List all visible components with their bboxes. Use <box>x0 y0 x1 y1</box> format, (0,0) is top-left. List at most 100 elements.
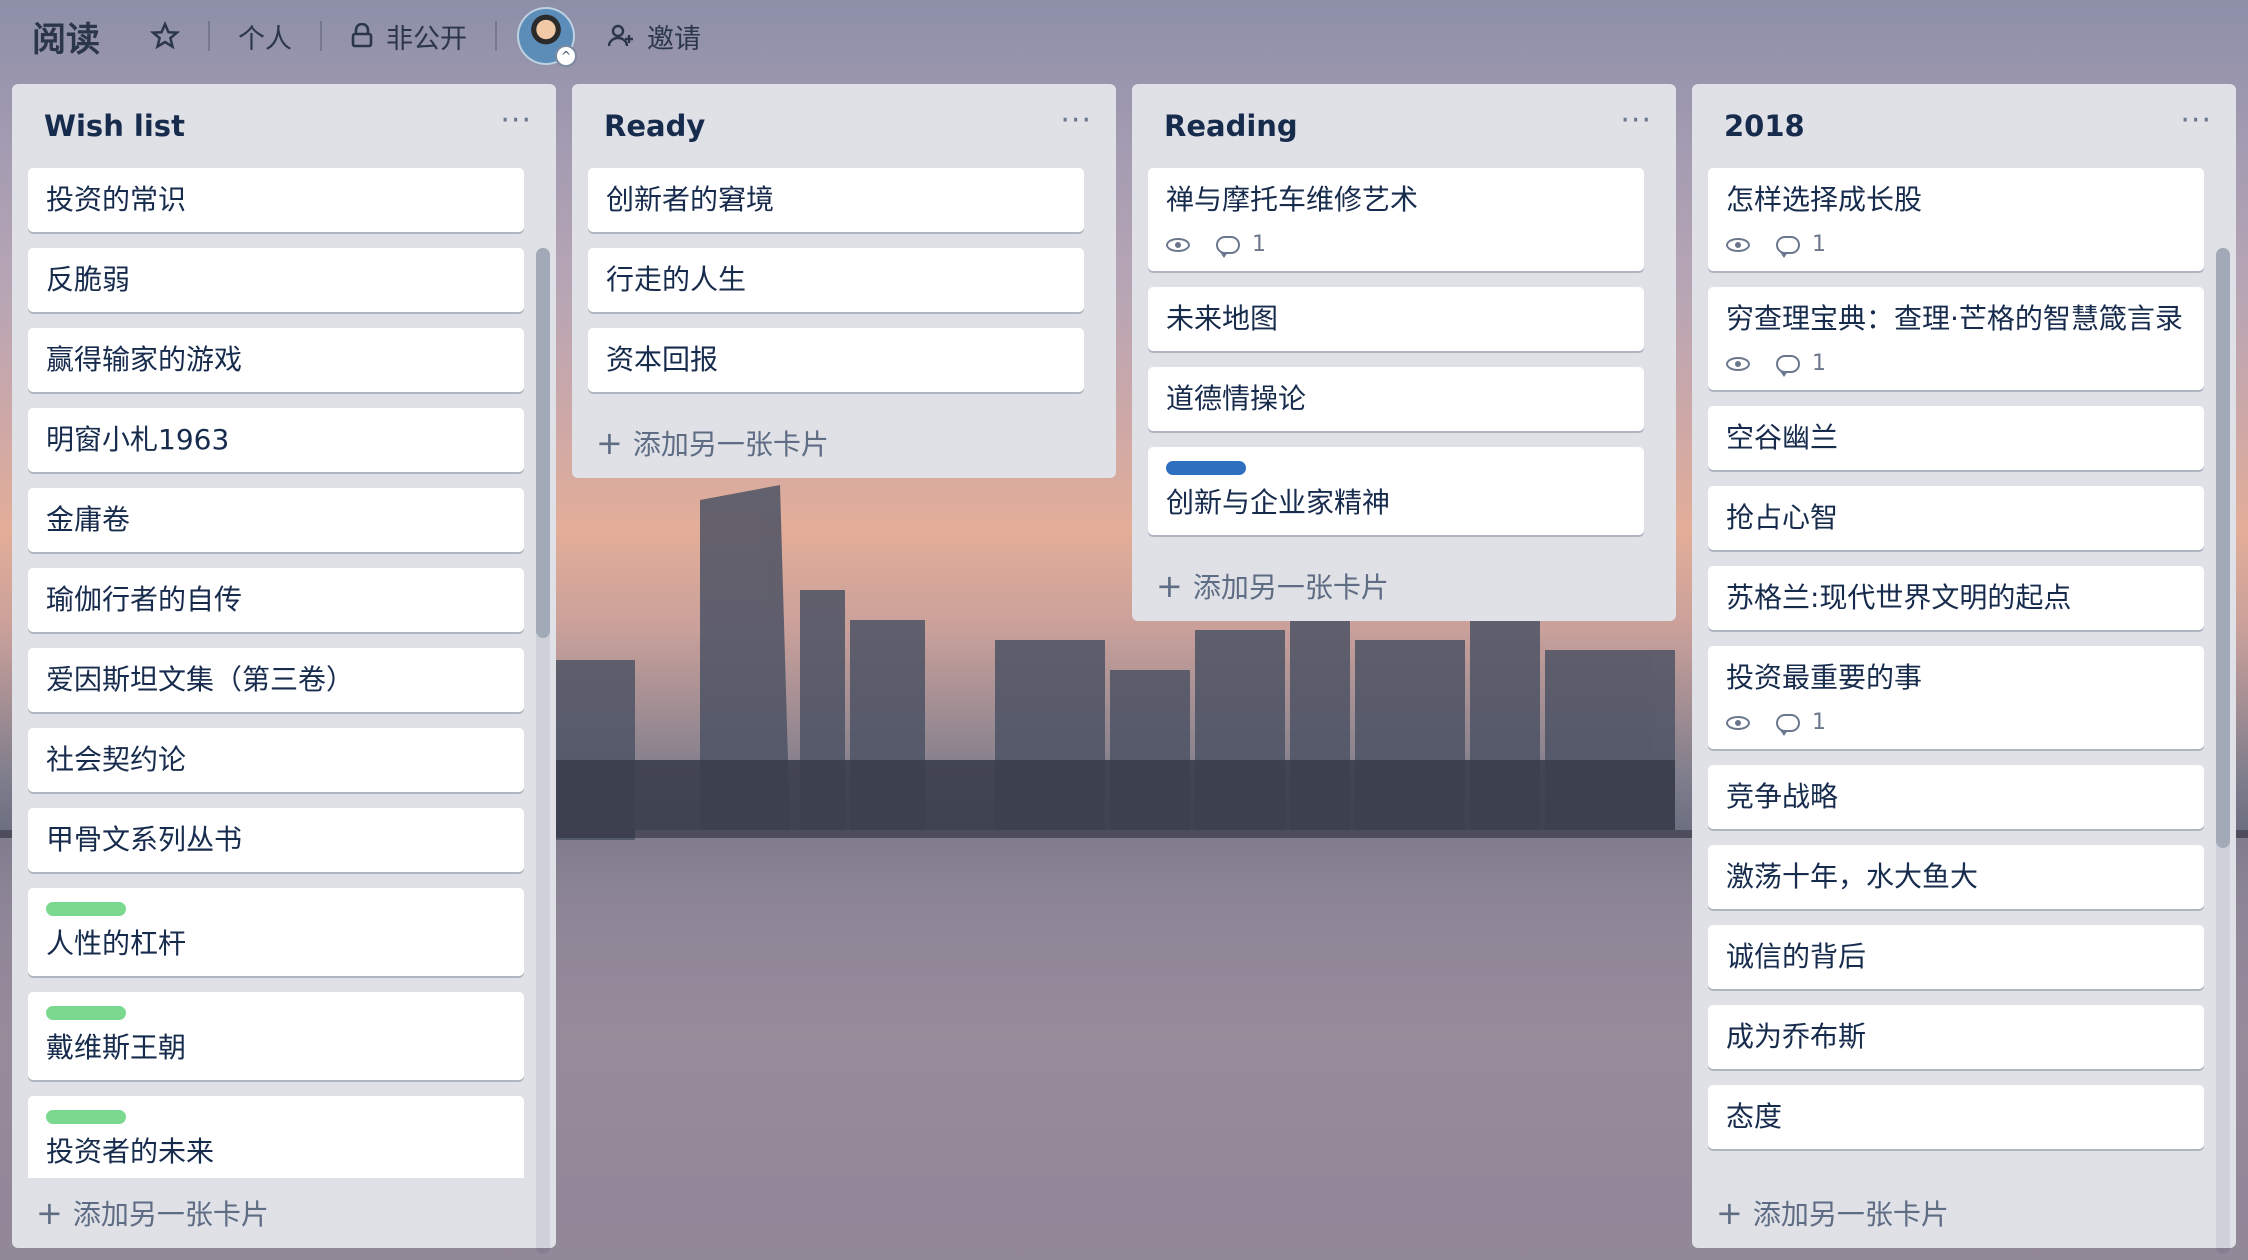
star-button[interactable] <box>136 14 194 58</box>
card[interactable]: 诚信的背后 <box>1708 925 2204 989</box>
list-header: Wish list ··· <box>12 84 556 168</box>
card[interactable]: 投资者的未来 <box>28 1096 524 1178</box>
card-title: 禅与摩托车维修艺术 <box>1166 183 1419 216</box>
add-card-label: 添加另一张卡片 <box>1752 1198 1949 1231</box>
card[interactable]: 资本回报 <box>588 328 1084 392</box>
card[interactable]: 创新与企业家精神 <box>1148 447 1644 535</box>
card[interactable]: 态度 <box>1708 1085 2204 1149</box>
card[interactable]: 怎样选择成长股 1 <box>1708 168 2204 271</box>
add-card-button[interactable]: + 添加另一张卡片 <box>1132 551 1676 621</box>
card[interactable]: 人性的杠杆 <box>28 888 524 976</box>
card[interactable]: 瑜伽行者的自传 <box>28 568 524 632</box>
list-2018: 2018 ··· 怎样选择成长股 1 穷查理宝典：查理·芒格的智慧箴言录 1 空… <box>1692 84 2236 1254</box>
list-header: Ready ··· <box>572 84 1116 168</box>
card-label-green[interactable] <box>46 1110 126 1124</box>
add-card-label: 添加另一张卡片 <box>632 428 829 461</box>
list-scrollbar[interactable] <box>536 248 550 1254</box>
header-divider <box>495 21 497 51</box>
card-title: 明窗小札1963 <box>46 423 230 456</box>
card-title: 赢得输家的游戏 <box>46 343 243 376</box>
card-label-green[interactable] <box>46 1006 126 1020</box>
card-title: 资本回报 <box>606 343 719 376</box>
plus-icon: + <box>596 424 623 462</box>
card[interactable]: 行走的人生 <box>588 248 1084 312</box>
card[interactable]: 成为乔布斯 <box>1708 1005 2204 1069</box>
list-title[interactable]: 2018 <box>1724 109 1805 143</box>
team-visibility-button[interactable]: 个人 <box>224 14 306 58</box>
list-title[interactable]: Wish list <box>44 109 185 143</box>
board-header: 阅读 个人 非公开 ^ 邀请 <box>0 0 2248 72</box>
comment-badge: 1 <box>1776 232 1826 258</box>
card-title: 反脆弱 <box>46 263 131 296</box>
card-badges: 1 <box>1726 232 2186 258</box>
comment-icon <box>1776 713 1800 736</box>
eye-icon <box>1726 356 1750 371</box>
card[interactable]: 道德情操论 <box>1148 367 1644 431</box>
add-card-button[interactable]: + 添加另一张卡片 <box>12 1178 556 1248</box>
admin-badge-icon: ^ <box>555 45 577 67</box>
card[interactable]: 爱因斯坦文集（第三卷） <box>28 648 524 712</box>
card[interactable]: 空谷幽兰 <box>1708 406 2204 470</box>
card-title: 苏格兰:现代世界文明的起点 <box>1726 581 2072 614</box>
list-title[interactable]: Reading <box>1164 109 1298 143</box>
more-icon[interactable]: ··· <box>1620 103 1652 150</box>
comment-count: 1 <box>1252 232 1266 257</box>
board-title[interactable]: 阅读 <box>32 12 100 61</box>
card[interactable]: 苏格兰:现代世界文明的起点 <box>1708 566 2204 630</box>
eye-icon <box>1726 237 1750 252</box>
card[interactable]: 反脆弱 <box>28 248 524 312</box>
card[interactable]: 穷查理宝典：查理·芒格的智慧箴言录 1 <box>1708 287 2204 390</box>
card-title: 投资者的未来 <box>46 1135 215 1168</box>
card-title: 空谷幽兰 <box>1726 421 1839 454</box>
list-ready: Ready ··· 创新者的窘境 行走的人生 资本回报 + 添加另一张卡片 <box>572 84 1116 478</box>
add-card-button[interactable]: + 添加另一张卡片 <box>1692 1178 2236 1248</box>
card[interactable]: 禅与摩托车维修艺术 1 <box>1148 168 1644 271</box>
card-badges: 1 <box>1726 710 2186 736</box>
card-title: 金庸卷 <box>46 503 131 536</box>
invite-button[interactable]: 邀请 <box>593 14 715 58</box>
more-icon[interactable]: ··· <box>1060 103 1092 150</box>
card[interactable]: 戴维斯王朝 <box>28 992 524 1080</box>
header-divider <box>320 21 322 51</box>
privacy-button[interactable]: 非公开 <box>336 14 481 58</box>
more-icon[interactable]: ··· <box>500 103 532 150</box>
card[interactable]: 甲骨文系列丛书 <box>28 808 524 872</box>
scroll-thumb[interactable] <box>2216 248 2230 848</box>
card[interactable]: 激荡十年，水大鱼大 <box>1708 845 2204 909</box>
list-scrollbar[interactable] <box>2216 248 2230 1254</box>
card-title: 社会契约论 <box>46 743 187 776</box>
list-title[interactable]: Ready <box>604 109 705 143</box>
card-title: 穷查理宝典：查理·芒格的智慧箴言录 <box>1726 302 2183 335</box>
card-label-blue[interactable] <box>1166 461 1246 475</box>
more-icon[interactable]: ··· <box>2180 103 2212 150</box>
card[interactable]: 投资的常识 <box>28 168 524 232</box>
comment-count: 1 <box>1812 351 1826 376</box>
card-title: 瑜伽行者的自传 <box>46 583 243 616</box>
scroll-thumb[interactable] <box>536 248 550 638</box>
lock-icon <box>350 23 374 49</box>
card[interactable]: 投资最重要的事 1 <box>1708 646 2204 749</box>
card-title: 道德情操论 <box>1166 382 1307 415</box>
card[interactable]: 创新者的窘境 <box>588 168 1084 232</box>
card[interactable]: 未来地图 <box>1148 287 1644 351</box>
card-title: 戴维斯王朝 <box>46 1031 187 1064</box>
card[interactable]: 竞争战略 <box>1708 765 2204 829</box>
card[interactable]: 赢得输家的游戏 <box>28 328 524 392</box>
comment-icon <box>1216 235 1240 258</box>
add-person-icon <box>607 23 635 49</box>
comment-count: 1 <box>1812 710 1826 735</box>
card[interactable]: 抢占心智 <box>1708 486 2204 550</box>
plus-icon: + <box>36 1194 63 1232</box>
card[interactable]: 社会契约论 <box>28 728 524 792</box>
card-badges: 1 <box>1166 232 1626 258</box>
add-card-button[interactable]: + 添加另一张卡片 <box>572 408 1116 478</box>
comment-badge: 1 <box>1216 232 1266 258</box>
card-title: 人性的杠杆 <box>46 927 187 960</box>
avatar[interactable]: ^ <box>517 7 577 67</box>
plus-icon: + <box>1716 1194 1743 1232</box>
invite-label: 邀请 <box>647 23 701 55</box>
card-label-green[interactable] <box>46 902 126 916</box>
card[interactable]: 明窗小札1963 <box>28 408 524 472</box>
card[interactable]: 金庸卷 <box>28 488 524 552</box>
card-badges: 1 <box>1726 351 2186 377</box>
